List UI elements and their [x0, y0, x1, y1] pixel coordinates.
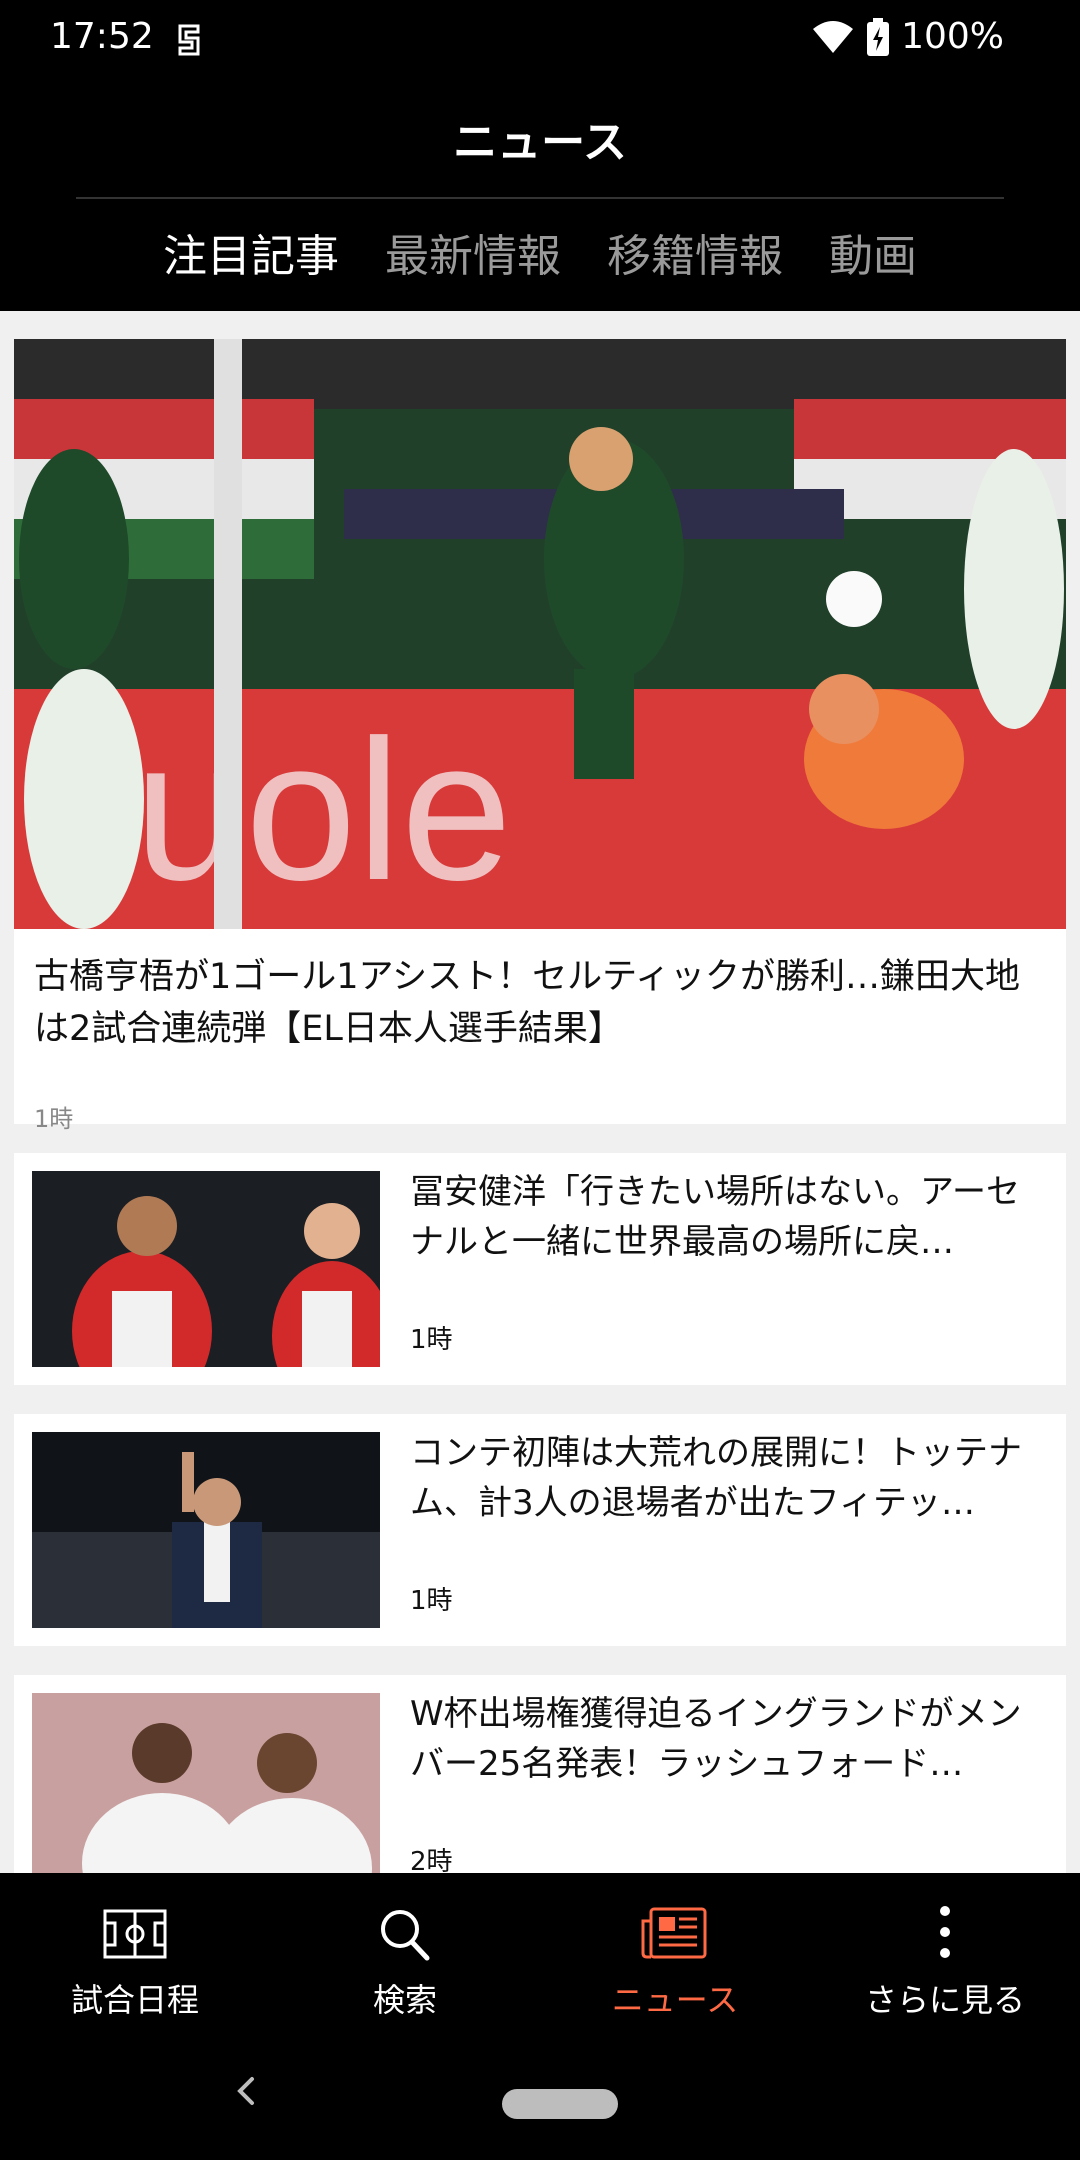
tab-videos[interactable]: 動画: [829, 218, 917, 286]
nav-label: ニュース: [611, 1981, 739, 2019]
tab-transfers[interactable]: 移籍情報: [607, 218, 783, 286]
tab-featured[interactable]: 注目記事: [163, 218, 339, 286]
hero-article-image: uole: [14, 339, 1066, 929]
news-list-item[interactable]: W杯出場権獲得迫るイングランドがメンバー25名発表！ラッシュフォード… 2時: [14, 1675, 1066, 1873]
nav-label: 試合日程: [70, 1981, 199, 2019]
news-list-item[interactable]: コンテ初陣は大荒れの展開に！トッテナム、計3人の退場者が出たフィテッ… 1時: [14, 1414, 1066, 1646]
home-pill[interactable]: [502, 2089, 618, 2119]
hero-article-title: 古橋亨梧が1ゴール1アシスト！セルティックが勝利…鎌田大地は2試合連続弾【EL日…: [34, 957, 1021, 1049]
header-divider: [76, 197, 1004, 199]
page-title: ニュース: [453, 117, 627, 168]
app-header: ニュース 注目記事 最新情報 移籍情報 動画: [0, 78, 1080, 311]
nav-news[interactable]: ニュース: [540, 1873, 810, 2043]
svg-text:uole: uole: [134, 699, 512, 922]
status-indicators: 100%: [811, 16, 1004, 57]
news-title: W杯出場権獲得迫るイングランドがメンバー25名発表！ラッシュフォード…: [410, 1694, 1022, 1784]
bottom-navigation: 試合日程 検索 ニュース さらに見る: [0, 1873, 1080, 2043]
news-icon: [641, 1907, 707, 1959]
pitch-icon: [103, 1909, 167, 1959]
battery-percent: 100%: [901, 16, 1004, 57]
nav-label: 検索: [372, 1981, 437, 2019]
news-title: コンテ初陣は大荒れの展開に！トッテナム、計3人の退場者が出たフィテッ…: [410, 1433, 1022, 1523]
news-time: 1時: [410, 1325, 453, 1355]
app-notification-icon: [178, 24, 200, 56]
nav-label: さらに見る: [864, 1981, 1025, 2019]
hero-article-time: 1時: [34, 1105, 74, 1133]
news-thumbnail: [32, 1171, 380, 1367]
battery-charging-icon: [867, 17, 890, 56]
news-thumbnail: [32, 1432, 380, 1628]
status-time: 17:52: [50, 16, 154, 57]
news-tabs: 注目記事 最新情報 移籍情報 動画: [0, 218, 1080, 286]
search-icon: [381, 1910, 430, 1961]
news-time: 1時: [410, 1586, 453, 1616]
news-title: 冨安健洋「行きたい場所はない。アーセナルと一緒に世界最高の場所に戻…: [410, 1172, 1020, 1262]
system-navigation-bar: [0, 2043, 1080, 2160]
nav-search[interactable]: 検索: [270, 1873, 540, 2043]
news-time: 2時: [410, 1847, 453, 1873]
more-icon: [940, 1906, 950, 1958]
news-list-item[interactable]: 冨安健洋「行きたい場所はない。アーセナルと一緒に世界最高の場所に戻… 1時: [14, 1153, 1066, 1385]
hero-article-card[interactable]: uole 古橋亨梧が1ゴール1アシスト！セルティックが勝利…鎌田大地は2試合連続…: [14, 339, 1066, 1133]
nav-schedule[interactable]: 試合日程: [0, 1873, 270, 2043]
news-thumbnail: [32, 1693, 380, 1873]
back-chevron-icon[interactable]: [226, 2071, 266, 2111]
tab-latest[interactable]: 最新情報: [385, 218, 561, 286]
nav-more[interactable]: さらに見る: [810, 1873, 1080, 2043]
news-feed[interactable]: uole 古橋亨梧が1ゴール1アシスト！セルティックが勝利…鎌田大地は2試合連続…: [0, 311, 1080, 1873]
status-bar: 17:52 100%: [0, 0, 1080, 78]
wifi-icon: [813, 20, 854, 53]
